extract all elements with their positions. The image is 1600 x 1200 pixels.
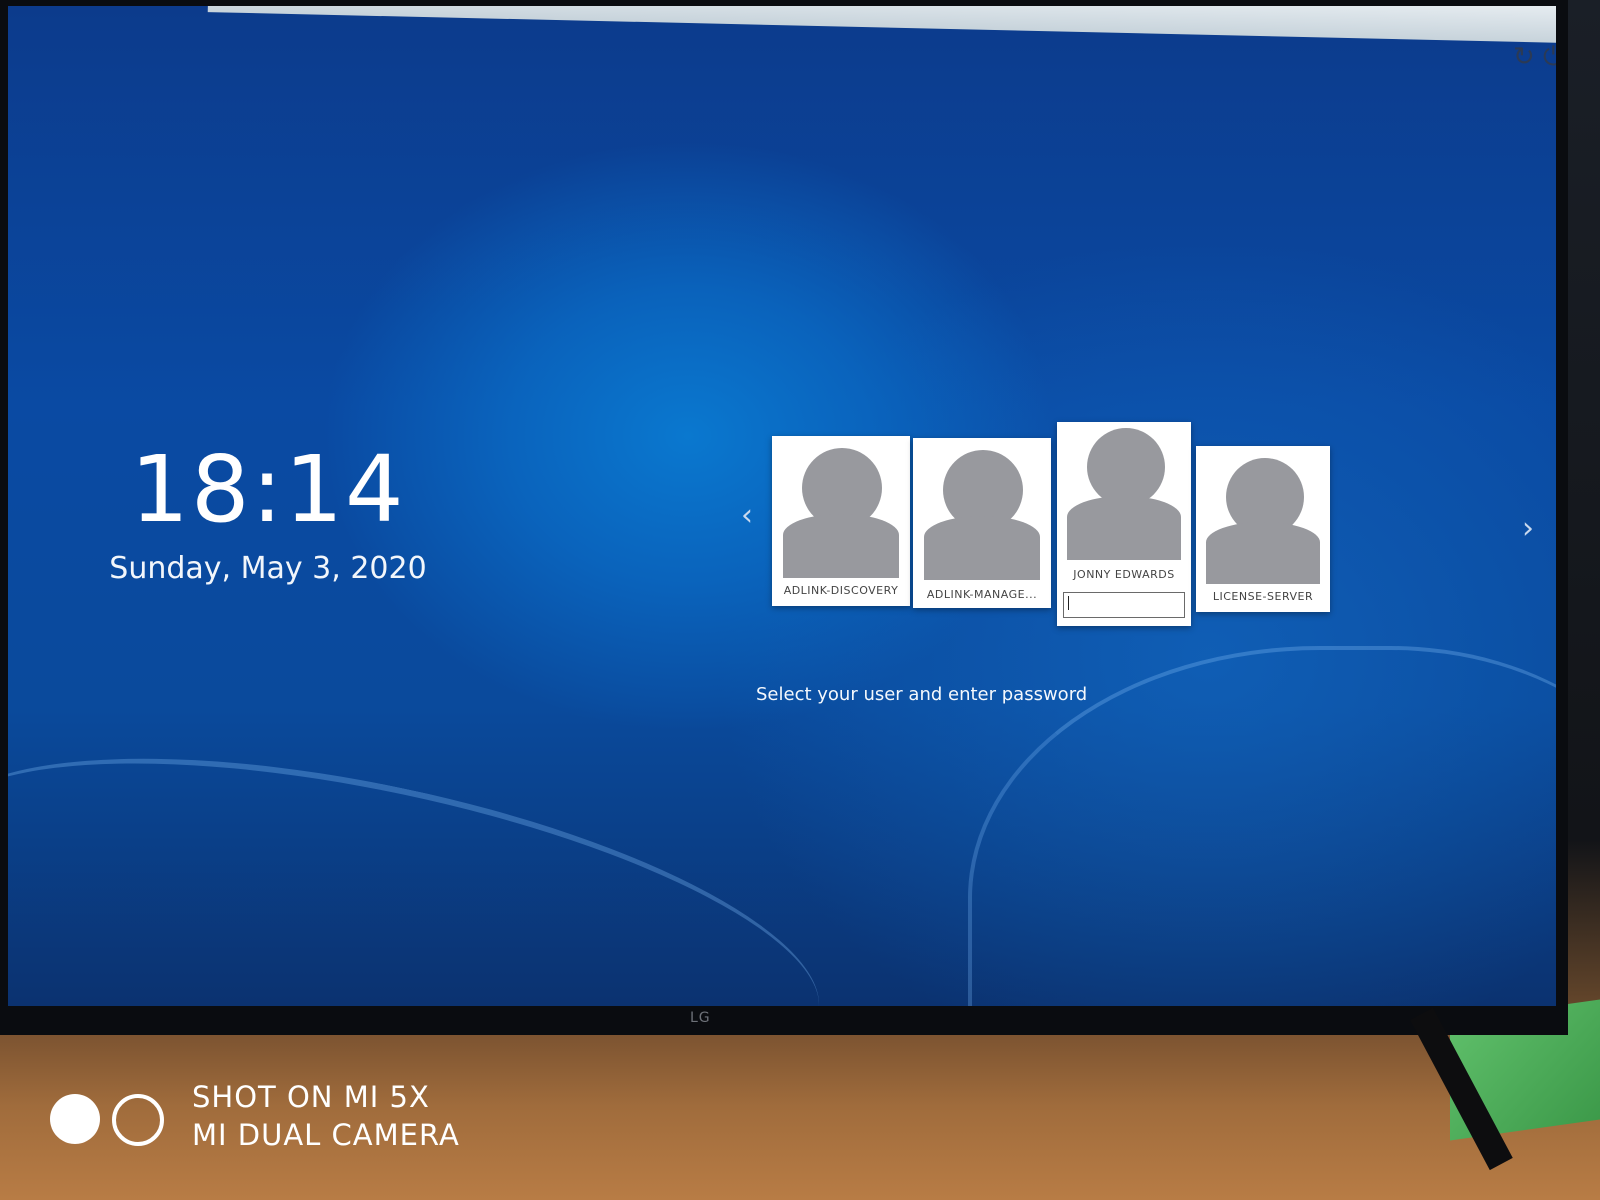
user-name: JONNY EDWARDS — [1073, 568, 1175, 581]
camera-ring-icon — [112, 1094, 164, 1146]
user-avatar — [1063, 428, 1185, 560]
user-name: LICENSE-SERVER — [1212, 590, 1314, 603]
restart-icon[interactable]: ↻ — [1513, 44, 1535, 70]
clock-date: Sunday, May 3, 2020 — [109, 551, 427, 586]
user-name: ADLINK-DISCOVERY — [783, 584, 899, 597]
user-card-license-server[interactable]: LICENSE-SERVER — [1196, 446, 1330, 612]
chevron-right-icon[interactable]: › — [1522, 514, 1534, 544]
monitor-bezel: ↻ ⏻ 18:14 Sunday, May 3, 2020 ‹ › ADLINK… — [0, 0, 1568, 1035]
user-card-adlink-discovery[interactable]: ADLINK-DISCOVERY — [772, 436, 910, 606]
text-caret — [1068, 596, 1069, 610]
watermark-line2: MI DUAL CAMERA — [192, 1118, 460, 1152]
user-card-adlink-manage[interactable]: ADLINK-MANAGE... — [913, 438, 1051, 608]
monitor-brand-logo: LG — [690, 1010, 711, 1026]
wallpaper-swoosh — [8, 695, 846, 1006]
desk — [0, 1030, 1600, 1200]
user-avatar — [919, 444, 1045, 580]
screen-glare — [207, 6, 1556, 44]
watermark-line1: SHOT ON MI 5X — [192, 1080, 430, 1114]
password-input[interactable] — [1063, 592, 1185, 618]
login-hint: Select your user and enter password — [756, 684, 1088, 705]
chevron-left-icon[interactable]: ‹ — [741, 501, 753, 531]
clock-time: 18:14 — [130, 436, 406, 543]
user-card-jonny-edwards[interactable]: JONNY EDWARDS — [1057, 422, 1191, 626]
user-avatar — [778, 442, 904, 578]
user-name: ADLINK-MANAGE... — [926, 588, 1038, 601]
camera-dot-icon — [50, 1094, 100, 1144]
user-avatar — [1202, 452, 1324, 584]
login-screen: ↻ ⏻ 18:14 Sunday, May 3, 2020 ‹ › ADLINK… — [8, 6, 1556, 1006]
power-icon[interactable]: ⏻ — [1543, 44, 1556, 70]
